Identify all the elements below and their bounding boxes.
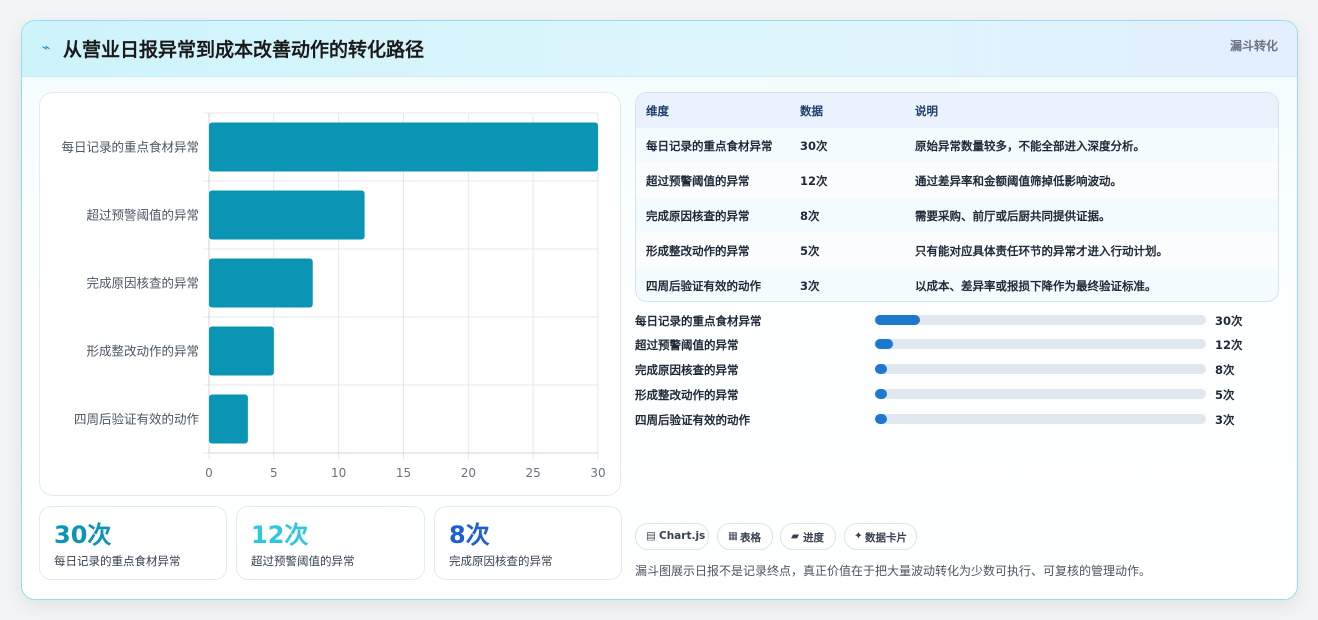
progress-label: 形成整改动作的异常 [635,388,739,402]
progress-label: 四周后验证有效的动作 [635,413,750,427]
stat-card-0: 30次 每日记录的重点食材异常 [39,506,227,580]
progress-row: 超过预警阈值的异常 12次 [635,335,1277,355]
chip-label: 表格 [740,532,761,544]
table-cell: 完成原因核查的异常 [646,209,750,223]
progress-label: 每日记录的重点食材异常 [635,314,762,328]
progress-row: 每日记录的重点食材异常 30次 [635,311,1277,331]
table-row: 完成原因核查的异常 8次 需要采购、前厅或后厨共同提供证据。 [636,198,1278,234]
bar-chart: 0 5 10 15 20 25 30 每日记录的重点食材异常超过预警阈值的异常完成原因核查的异… [61,112,606,480]
sparkle-icon: ✦ [854,530,863,542]
table-row: 超过预警阈值的异常 12次 通过差异率和金额阈值筛掉低影响波动。 [636,163,1278,199]
table-cell: 30次 [800,139,828,153]
stat-card-2: 8次 完成原因核查的异常 [434,506,622,580]
bar [209,326,274,376]
stat-value: 30次 [54,521,112,549]
card-content: 0 5 10 15 20 25 30 每日记录的重点食材异常 超过预警阈值的异常 完成原因核查的异… [21,20,1296,598]
progress-label: 完成原因核查的异常 [635,363,739,377]
table-cell: 8次 [800,209,820,223]
y-tick-label: 四周后验证有效的动作 [74,412,200,427]
table-row: 形成整改动作的异常 5次 只有能对应具体责任环节的异常才进入行动计划。 [636,233,1278,269]
progress-track [875,364,1206,374]
table-header-cell: 维度 [646,104,669,118]
progress-fill [875,364,887,374]
progress-track [875,389,1206,399]
table-cell: 需要采购、前厅或后厨共同提供证据。 [915,209,1111,223]
x-tick-label: 25 [526,466,541,480]
table-icon: ▦ [728,530,738,542]
chip-chartjs[interactable]: ▤ Chart.js [635,523,709,550]
progress-track [875,315,1206,325]
table-cell: 每日记录的重点食材异常 [646,139,773,153]
chip-table[interactable]: ▦ 表格 [717,523,773,550]
chip-label: 数据卡片 [865,532,907,544]
table-row: 每日记录的重点食材异常 30次 原始异常数量较多，不能全部进入深度分析。 [636,128,1278,164]
table-cell: 四周后验证有效的动作 [646,279,761,293]
table-cell: 通过差异率和金额阈值筛掉低影响波动。 [915,174,1122,188]
stat-value: 12次 [251,521,309,549]
x-tick-label: 15 [396,466,411,480]
progress-row: 四周后验证有效的动作 3次 [635,410,1277,430]
table-cell: 3次 [800,279,820,293]
x-tick-label: 5 [270,466,278,480]
table-cell: 超过预警阈值的异常 [646,174,750,188]
bar [209,190,365,240]
table-header-cell: 说明 [915,104,938,118]
stat-value: 8次 [449,521,490,549]
chip-progress[interactable]: ▰ 进度 [780,523,836,550]
progress-row: 形成整改动作的异常 5次 [635,385,1277,405]
chart-icon: ▤ [646,530,656,542]
progress-row: 完成原因核查的异常 8次 [635,360,1277,380]
y-tick-label: 形成整改动作的异常 [86,344,199,359]
x-tick-label: 20 [461,466,476,480]
progress-fill [875,389,887,399]
y-tick-label: 完成原因核查的异常 [86,276,199,291]
progress-fill [875,339,893,349]
progress-value: 8次 [1215,363,1235,377]
progress-track [875,339,1206,349]
chip-label: 进度 [803,532,824,544]
progress-value: 3次 [1215,413,1235,427]
bar [209,122,598,172]
table-cell: 以成本、差异率或报损下降作为最终验证标准。 [915,279,1157,293]
table-cell: 原始异常数量较多，不能全部进入深度分析。 [915,139,1145,153]
progress-value: 5次 [1215,388,1235,402]
stat-label: 完成原因核查的异常 [449,554,553,568]
progress-icon: ▰ [791,530,800,542]
table-cell: 12次 [800,174,828,188]
data-table: 维度 数据 说明 每日记录的重点食材异常 30次 原始异常数量较多，不能全部进入… [635,92,1279,302]
chip-data-card[interactable]: ✦ 数据卡片 [844,523,917,550]
bar [209,394,248,444]
progress-value: 12次 [1215,338,1243,352]
progress-fill [875,414,887,424]
table-cell: 5次 [800,244,820,258]
table-header-row: 维度 数据 说明 [636,93,1278,129]
chip-label: Chart.js [659,530,706,542]
x-tick-label: 0 [205,466,213,480]
stat-card-1: 12次 超过预警阈值的异常 [236,506,425,580]
table-header-cell: 数据 [800,104,823,118]
stat-label: 每日记录的重点食材异常 [54,554,181,568]
footer-note: 漏斗图展示日报不是记录终点，真正价值在于把大量波动转化为少数可执行、可复核的管理… [635,564,1152,578]
stat-label: 超过预警阈值的异常 [251,554,355,568]
progress-fill [875,315,920,325]
progress-track [875,414,1206,424]
x-tick-label: 10 [331,466,346,480]
y-tick-label: 超过预警阈值的异常 [86,208,199,223]
table-cell: 只有能对应具体责任环节的异常才进入行动计划。 [915,244,1168,258]
progress-value: 30次 [1215,314,1243,328]
table-row: 四周后验证有效的动作 3次 以成本、差异率或报损下降作为最终验证标准。 [636,268,1278,301]
bar [209,258,313,308]
y-tick-label: 每日记录的重点食材异常 [61,140,199,155]
x-tick-label: 30 [590,466,605,480]
table-cell: 形成整改动作的异常 [646,244,750,258]
progress-label: 超过预警阈值的异常 [635,338,739,352]
chart-panel: 0 5 10 15 20 25 30 每日记录的重点食材异常超过预警阈值的异常 完成原因核查的异… [39,92,621,496]
